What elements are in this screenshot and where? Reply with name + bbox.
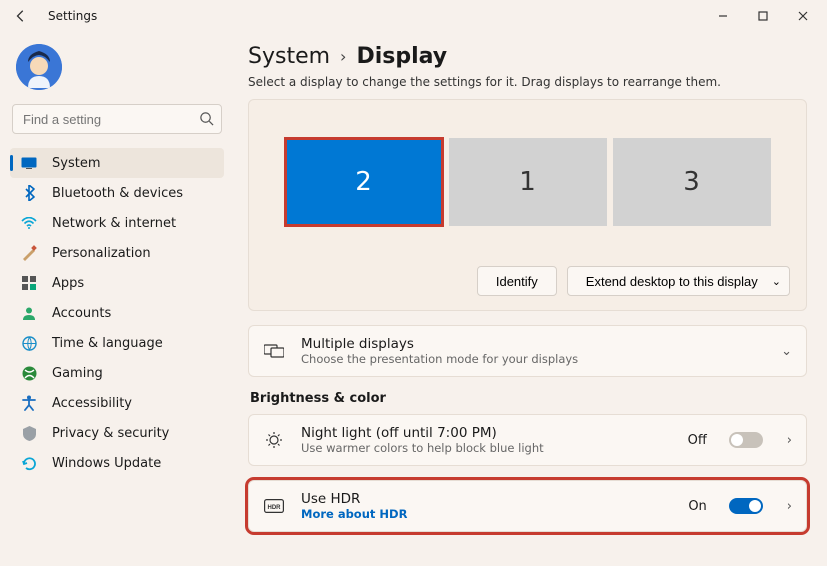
minimize-button[interactable] [703,2,743,30]
globe-time-icon [20,336,38,351]
card-text: Use HDR More about HDR [301,491,672,521]
hdr-icon: HDR [263,499,285,513]
sidebar-item-bluetooth-devices[interactable]: Bluetooth & devices [10,178,224,208]
sidebar-item-label: Bluetooth & devices [52,186,183,201]
breadcrumb: System › Display [248,44,807,69]
sidebar-item-label: Accessibility [52,396,132,411]
close-button[interactable] [783,2,823,30]
multiple-displays-icon [263,343,285,359]
card-title: Use HDR [301,491,672,507]
breadcrumb-root[interactable]: System [248,44,330,69]
sidebar-item-label: Time & language [52,336,163,351]
multiple-displays-card[interactable]: Multiple displays Choose the presentatio… [248,325,807,377]
monitor-1[interactable]: 1 [449,138,607,226]
monitor-grid: 213 [265,138,790,226]
night-light-icon [263,431,285,449]
update-icon [20,456,38,471]
person-icon [20,306,38,320]
sidebar-item-windows-update[interactable]: Windows Update [10,448,224,478]
breadcrumb-page: Display [356,44,447,69]
hdr-card[interactable]: HDR Use HDR More about HDR On › [248,480,807,532]
night-light-card[interactable]: Night light (off until 7:00 PM) Use warm… [248,414,807,466]
toggle-state: Off [688,433,707,448]
sidebar-item-accessibility[interactable]: Accessibility [10,388,224,418]
card-title: Night light (off until 7:00 PM) [301,425,672,441]
display-arrangement-panel: 213 Identify Extend desktop to this disp… [248,99,807,311]
card-title: Multiple displays [301,336,757,352]
bluetooth-icon [20,185,38,201]
wifi-icon [20,217,38,229]
window-title: Settings [48,9,703,23]
chevron-down-icon[interactable]: ⌄ [781,344,792,359]
sidebar-item-system[interactable]: System [10,148,224,178]
shield-icon [20,426,38,441]
chevron-right-icon[interactable]: › [787,433,792,448]
system-icon [20,157,38,169]
title-bar: Settings [0,0,827,32]
section-header-brightness: Brightness & color [250,391,807,406]
sidebar-item-label: Accounts [52,306,111,321]
card-text: Multiple displays Choose the presentatio… [301,336,757,366]
sidebar-item-label: Network & internet [52,216,176,231]
sidebar-item-label: Personalization [52,246,151,261]
identify-button[interactable]: Identify [477,266,557,296]
maximize-button[interactable] [743,2,783,30]
sidebar-item-accounts[interactable]: Accounts [10,298,224,328]
sidebar: System Bluetooth & devices Network & inter… [0,32,232,566]
search-icon [199,111,214,126]
chevron-right-icon: › [340,47,346,66]
sidebar-item-label: Gaming [52,366,103,381]
sidebar-item-label: System [52,156,100,171]
xbox-icon [20,366,38,381]
hdr-toggle[interactable] [729,498,763,514]
toggle-state: On [688,499,706,514]
panel-actions: Identify Extend desktop to this display … [265,266,790,296]
apps-icon [20,276,38,290]
sidebar-item-label: Apps [52,276,84,291]
chevron-down-icon: ⌄ [772,275,781,288]
card-text: Night light (off until 7:00 PM) Use warm… [301,425,672,455]
sidebar-item-label: Privacy & security [52,426,169,441]
monitor-3[interactable]: 3 [613,138,771,226]
display-mode-dropdown[interactable]: Extend desktop to this display ⌄ [567,266,790,296]
sidebar-item-gaming[interactable]: Gaming [10,358,224,388]
sidebar-item-privacy-security[interactable]: Privacy & security [10,418,224,448]
main-content: System › Display Select a display to cha… [232,32,827,566]
sidebar-item-time-language[interactable]: Time & language [10,328,224,358]
sidebar-item-label: Windows Update [52,456,161,471]
search-input[interactable] [12,104,222,134]
card-subtitle: Choose the presentation mode for your di… [301,352,757,366]
monitor-2[interactable]: 2 [285,138,443,226]
sidebar-item-apps[interactable]: Apps [10,268,224,298]
account-header[interactable] [10,40,224,104]
night-light-toggle[interactable] [729,432,763,448]
more-about-hdr-link[interactable]: More about HDR [301,507,672,521]
sidebar-item-network-internet[interactable]: Network & internet [10,208,224,238]
search-container [12,104,222,134]
back-button[interactable] [12,7,30,25]
display-mode-label: Extend desktop to this display [586,274,758,289]
sidebar-item-personalization[interactable]: Personalization [10,238,224,268]
accessibility-icon [20,395,38,411]
chevron-right-icon[interactable]: › [787,499,792,514]
card-subtitle: Use warmer colors to help block blue lig… [301,441,672,455]
paint-icon [20,245,38,261]
svg-text:HDR: HDR [268,505,282,511]
window-controls [703,2,823,30]
page-subtitle: Select a display to change the settings … [248,75,807,89]
avatar [16,44,62,90]
nav-list: System Bluetooth & devices Network & inter… [10,148,224,478]
